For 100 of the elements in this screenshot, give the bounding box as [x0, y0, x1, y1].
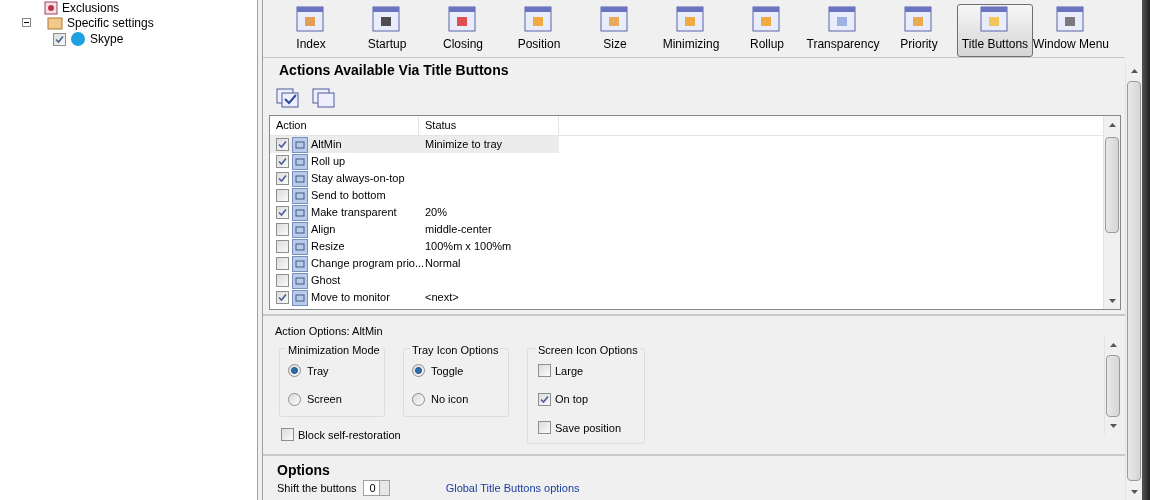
action-row[interactable]: Ghost — [270, 272, 559, 289]
scroll-down-arrow-icon[interactable] — [1109, 423, 1117, 428]
action-row[interactable]: Resize 100%m x 100%m — [270, 238, 559, 255]
document-icon — [44, 0, 58, 15]
section-title: Actions Available Via Title Buttons — [278, 61, 510, 80]
checkbox[interactable] — [276, 189, 289, 202]
table-cell-text: Move to monitor — [311, 290, 390, 306]
toolbar-button[interactable]: Window Menu — [1033, 4, 1109, 57]
toolbar-button[interactable]: Index — [273, 4, 349, 57]
checkbox[interactable] — [276, 257, 289, 270]
radio-label[interactable]: Tray — [307, 362, 329, 379]
toolbar-button[interactable]: Priority — [881, 4, 957, 57]
check-all-icon[interactable] — [275, 87, 301, 109]
expander-icon[interactable] — [22, 18, 31, 27]
checkbox[interactable] — [276, 274, 289, 287]
window-icon — [295, 5, 327, 35]
options-link[interactable]: Global Title Buttons options — [445, 479, 580, 497]
window-icon — [599, 5, 631, 35]
table-cell-text: Make transparent — [311, 205, 397, 221]
action-icon — [292, 153, 308, 170]
radio-button[interactable] — [412, 392, 425, 406]
action-row[interactable]: Align middle-center — [270, 221, 559, 238]
action-icon — [292, 238, 308, 255]
action-icon — [292, 221, 308, 238]
column-header[interactable]: Action — [270, 116, 419, 135]
window-icon — [1055, 5, 1087, 35]
action-icon — [292, 170, 308, 187]
action-icon — [292, 187, 308, 204]
uncheck-all-icon[interactable] — [311, 87, 337, 109]
section-title: Options — [277, 461, 331, 478]
checkbox[interactable] — [53, 32, 66, 46]
table-cell-text: Change program prio... — [311, 256, 425, 272]
checkbox-label[interactable]: Large — [555, 362, 584, 379]
table-cell-text: Resize — [311, 239, 345, 255]
checkbox[interactable] — [538, 392, 551, 406]
table-cell-text: 20% — [424, 205, 448, 221]
table-cell-text: 100%m x 100%m — [424, 239, 512, 255]
toolbar-button[interactable]: Size — [577, 4, 653, 57]
radio-button[interactable] — [412, 364, 425, 378]
action-row[interactable]: Roll up — [270, 153, 559, 170]
table-cell-text: <next> — [424, 290, 459, 306]
checkbox[interactable] — [538, 421, 551, 435]
checkbox[interactable] — [276, 240, 289, 253]
tree-item[interactable]: Skype — [90, 30, 124, 48]
radio-label[interactable]: No icon — [431, 391, 469, 408]
number-field[interactable]: 0 — [362, 480, 390, 496]
window-icon — [827, 5, 859, 35]
scroll-up-arrow-icon[interactable] — [1130, 68, 1138, 73]
table-cell-text: Align — [311, 222, 336, 238]
scroll-down-arrow-icon[interactable] — [1108, 298, 1116, 303]
checkbox[interactable] — [281, 428, 294, 442]
table-cell-text: Ghost — [311, 273, 341, 289]
section-title: Action Options: AltMin — [274, 324, 384, 339]
radio-button[interactable] — [288, 364, 301, 378]
action-icon — [292, 289, 308, 306]
radio-button[interactable] — [288, 392, 301, 406]
toolbar-button[interactable]: Title Buttons — [957, 4, 1033, 57]
window-icon — [371, 5, 403, 35]
table-cell-text: AltMin — [311, 137, 342, 153]
checkbox[interactable] — [276, 138, 289, 151]
window-icon — [979, 5, 1011, 35]
action-row[interactable]: Stay always-on-top — [270, 170, 559, 187]
checkbox[interactable] — [276, 155, 289, 168]
checkbox[interactable] — [276, 223, 289, 236]
action-icon — [292, 204, 308, 221]
scroll-up-arrow-icon[interactable] — [1108, 122, 1116, 127]
action-row[interactable]: Change program prio...Normal — [270, 255, 559, 272]
action-row[interactable]: Send to bottom — [270, 187, 559, 204]
checkbox[interactable] — [276, 291, 289, 304]
table-cell-text: middle-center — [424, 222, 492, 238]
checkbox-label[interactable]: Block self-restoration — [298, 426, 401, 443]
toolbar-button[interactable]: Startup — [349, 4, 425, 57]
checkbox-label[interactable]: On top — [555, 391, 589, 408]
app-icon — [70, 31, 86, 47]
checkbox-label[interactable]: Save position — [555, 419, 622, 436]
action-row[interactable]: AltMin Minimize to tray — [270, 136, 559, 153]
checkbox[interactable] — [276, 172, 289, 185]
field-label: Shift the buttons — [277, 480, 357, 496]
toolbar-button[interactable]: Transparency — [805, 4, 881, 57]
toolbar-button[interactable]: Closing — [425, 4, 501, 57]
table-cell-text: Roll up — [311, 154, 346, 170]
toolbar-button[interactable]: Position — [501, 4, 577, 57]
radio-label[interactable]: Screen — [307, 391, 342, 408]
column-header[interactable]: Status — [419, 116, 559, 135]
radio-label[interactable]: Toggle — [431, 362, 464, 379]
scroll-down-arrow-icon[interactable] — [1130, 489, 1138, 494]
table-cell-text: Stay always-on-top — [311, 171, 405, 187]
action-row[interactable]: Make transparent 20% — [270, 204, 559, 221]
table-cell-text: Send to bottom — [311, 188, 386, 204]
table-cell-text: Minimize to tray — [424, 137, 503, 153]
scroll-up-arrow-icon[interactable] — [1109, 342, 1117, 347]
toolbar-button[interactable]: Minimizing — [653, 4, 729, 57]
window-icon — [447, 5, 479, 35]
action-row[interactable]: Move to monitor <next> — [270, 289, 559, 306]
checkbox[interactable] — [538, 364, 551, 378]
toolbar-button[interactable]: Rollup — [729, 4, 805, 57]
action-icon — [292, 255, 308, 272]
folder-icon — [47, 15, 63, 30]
action-icon — [292, 272, 308, 289]
checkbox[interactable] — [276, 206, 289, 219]
